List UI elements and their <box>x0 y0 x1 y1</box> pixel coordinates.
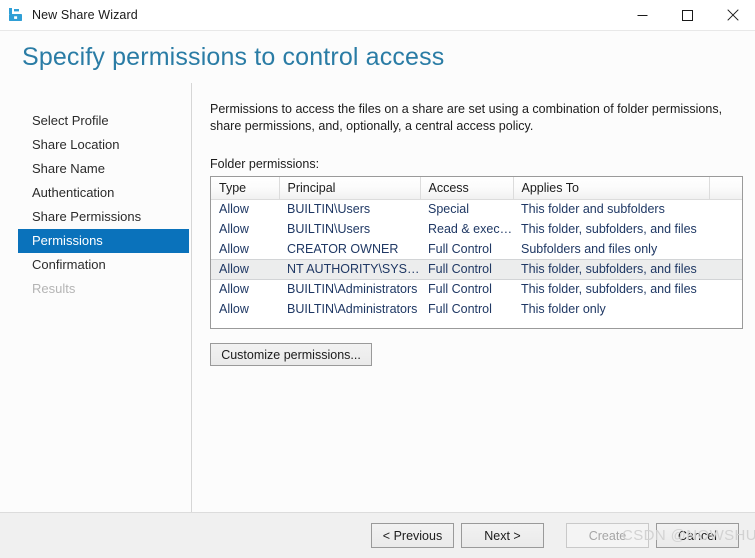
cell-blank <box>709 299 742 319</box>
intro-text: Permissions to access the files on a sha… <box>210 102 723 133</box>
window-title: New Share Wizard <box>32 8 138 22</box>
content-pane: Permissions to access the files on a sha… <box>192 83 755 512</box>
page-header: Specify permissions to control access <box>0 31 755 83</box>
cell-access: Full Control <box>420 258 513 280</box>
window-controls <box>620 0 755 30</box>
wizard-body: Select Profile Share Location Share Name… <box>0 83 755 529</box>
wizard-step-nav: Select Profile Share Location Share Name… <box>0 83 192 529</box>
create-button: Create <box>566 523 649 548</box>
cell-principal: BUILTIN\Administrators <box>287 302 418 316</box>
cell-principal: BUILTIN\Administrators <box>287 282 418 297</box>
sidebar-item-authentication[interactable]: Authentication <box>18 181 188 205</box>
column-header-applies-to[interactable]: Applies To <box>513 177 710 200</box>
sidebar-item-share-name[interactable]: Share Name <box>18 157 188 181</box>
close-button[interactable] <box>710 0 755 30</box>
table-row[interactable]: Allow BUILTIN\Users Special This folder … <box>211 199 742 219</box>
new-share-wizard-window: New Share Wizard Specify permissions to … <box>0 0 755 558</box>
sidebar-item-share-permissions[interactable]: Share Permissions <box>18 205 188 229</box>
cell-principal: BUILTIN\Users <box>287 202 371 217</box>
wizard-footer: < Previous Next > Create Cancel <box>0 512 755 558</box>
cell-access: Full Control <box>428 302 492 316</box>
cell-applies-to: This folder only <box>521 302 606 316</box>
close-icon <box>726 9 739 21</box>
cell-blank <box>709 219 742 239</box>
cell-applies-to: This folder, subfolders, and files <box>521 222 697 236</box>
table-row[interactable]: Allow BUILTIN\Administrators Full Contro… <box>211 299 742 319</box>
maximize-icon <box>682 9 693 21</box>
cancel-button[interactable]: Cancel <box>656 523 739 548</box>
sidebar-item-select-profile[interactable]: Select Profile <box>18 109 188 133</box>
cell-type: Allow <box>219 241 249 256</box>
cell-applies-to: This folder, subfolders, and files <box>513 258 709 280</box>
cell-type: Allow <box>219 202 249 217</box>
title-bar: New Share Wizard <box>0 0 755 31</box>
cell-type: Allow <box>219 302 249 316</box>
cell-blank <box>709 279 742 299</box>
sidebar-item-share-location[interactable]: Share Location <box>18 133 188 157</box>
cell-access: Special <box>428 202 469 217</box>
cell-blank <box>709 199 742 219</box>
minimize-icon <box>637 14 648 16</box>
share-wizard-icon <box>9 8 22 21</box>
column-header-blank[interactable] <box>709 177 742 200</box>
cell-type: Allow <box>219 282 249 297</box>
page-title: Specify permissions to control access <box>22 42 445 71</box>
table-row-selected[interactable]: Allow NT AUTHORITY\SYSTEM Full Control T… <box>211 258 742 280</box>
folder-permissions-table: Type Principal Access Applies To Allow B… <box>211 177 742 319</box>
column-header-type[interactable]: Type <box>211 177 280 200</box>
sidebar-item-results: Results <box>32 281 76 296</box>
cell-access: Full Control <box>428 282 492 297</box>
sidebar-item-permissions[interactable]: Permissions <box>18 229 189 253</box>
cell-access: Full Control <box>428 241 492 256</box>
folder-permissions-table-container[interactable]: Type Principal Access Applies To Allow B… <box>210 176 743 329</box>
cell-blank <box>709 258 742 280</box>
table-row[interactable]: Allow CREATOR OWNER Full Control Subfold… <box>211 239 742 259</box>
column-header-principal[interactable]: Principal <box>279 177 421 200</box>
table-row[interactable]: Allow BUILTIN\Users Read & execu... This… <box>211 219 742 239</box>
next-button[interactable]: Next > <box>461 523 544 548</box>
cell-principal: NT AUTHORITY\SYSTEM <box>279 258 420 280</box>
table-header: Type Principal Access Applies To <box>211 177 742 200</box>
maximize-button[interactable] <box>665 0 710 30</box>
cell-principal: CREATOR OWNER <box>287 241 399 256</box>
cell-principal: BUILTIN\Users <box>287 222 371 236</box>
cell-applies-to: This folder, subfolders, and files <box>521 282 697 297</box>
cell-blank <box>709 239 742 259</box>
table-row[interactable]: Allow BUILTIN\Administrators Full Contro… <box>211 279 742 299</box>
cell-type: Allow <box>211 258 279 280</box>
table-header-row: Type Principal Access Applies To <box>211 177 742 200</box>
cell-type: Allow <box>219 222 249 236</box>
cell-applies-to: This folder and subfolders <box>521 202 665 217</box>
sidebar-divider <box>191 83 192 529</box>
minimize-button[interactable] <box>620 0 665 30</box>
column-header-access[interactable]: Access <box>420 177 514 200</box>
customize-permissions-button[interactable]: Customize permissions... <box>210 343 372 366</box>
cell-access: Read & execu... <box>428 222 513 236</box>
sidebar-item-confirmation[interactable]: Confirmation <box>18 253 188 277</box>
table-body: Allow BUILTIN\Users Special This folder … <box>211 199 742 319</box>
cell-applies-to: Subfolders and files only <box>521 241 658 256</box>
previous-button[interactable]: < Previous <box>371 523 454 548</box>
folder-permissions-label: Folder permissions: <box>210 157 320 171</box>
